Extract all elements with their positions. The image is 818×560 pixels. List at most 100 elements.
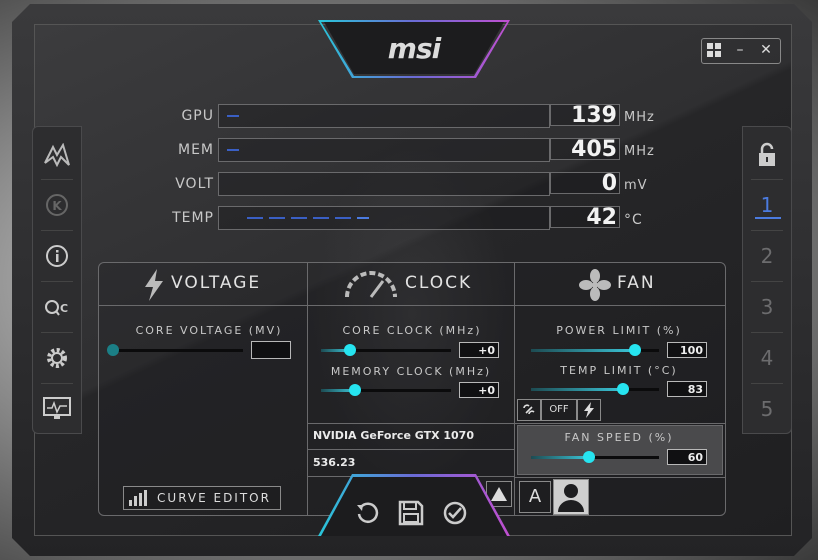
core-clock-label: CORE CLOCK (MHz)	[342, 324, 482, 337]
profile-5-button[interactable]: 5	[747, 385, 787, 433]
meter-dash	[247, 217, 263, 219]
svg-text:K: K	[52, 199, 62, 213]
fan-header: FAN	[617, 273, 656, 293]
curve-editor-button[interactable]: CURVE EDITOR	[123, 486, 281, 510]
windows-icon[interactable]	[702, 39, 726, 61]
meter-value: 0	[550, 172, 620, 195]
right-sidebar: 1 2 3 4 5	[742, 126, 792, 434]
meter-value: 405	[550, 138, 620, 161]
curve-editor-label: CURVE EDITOR	[157, 491, 271, 505]
lock-icon[interactable]	[747, 131, 787, 179]
lightning-icon	[143, 269, 165, 305]
temp-limit-input[interactable]: 83	[667, 381, 707, 397]
temp-limit-label: TEMP LIMIT (°C)	[560, 364, 678, 377]
column-divider	[307, 263, 308, 515]
meter-dash	[335, 217, 351, 219]
save-icon[interactable]	[396, 498, 426, 528]
meter-unit: MHz	[624, 144, 655, 159]
header-divider	[99, 305, 725, 306]
gpu-name: NVIDIA GeForce GTX 1070	[313, 429, 474, 442]
slider-fill	[531, 388, 624, 391]
slider-thumb[interactable]	[628, 344, 641, 356]
profile-4-button[interactable]: 4	[747, 334, 787, 382]
temp-limit-slider[interactable]	[531, 383, 659, 395]
profile-5-label: 5	[760, 397, 774, 421]
power-limit-label: POWER LIMIT (%)	[556, 324, 682, 337]
meter-dash	[269, 217, 285, 219]
fan-speed-label: FAN SPEED (%)	[564, 431, 674, 444]
fan-auto-button[interactable]: A	[519, 481, 551, 513]
slider-thumb[interactable]	[107, 344, 119, 356]
brand-logo: msi	[387, 32, 441, 65]
monitor-icon[interactable]	[37, 385, 77, 433]
bar-chart-icon	[128, 490, 148, 513]
profile-1-button[interactable]: 1	[747, 181, 787, 229]
kombustor-k-icon[interactable]: K	[37, 181, 77, 229]
power-limit-input[interactable]: 100	[667, 342, 707, 358]
priority-lightning-button[interactable]	[577, 399, 601, 421]
oc-scanner-icon[interactable]: C	[37, 283, 77, 331]
svg-text:C: C	[60, 302, 68, 315]
link-toggle-button[interactable]	[517, 399, 541, 421]
meter-dash	[357, 217, 369, 219]
fan-speed-input[interactable]: 60	[667, 449, 707, 465]
meter-dash	[313, 217, 329, 219]
meter-value: 42	[550, 206, 620, 229]
link-off-toggle[interactable]: OFF	[541, 399, 577, 421]
core-clock-input[interactable]: +0	[459, 342, 499, 358]
slider-thumb[interactable]	[348, 384, 361, 396]
core-voltage-input[interactable]	[251, 341, 291, 359]
afterburner-window: msi – ✕ K C 1 2 3 4 5 GPU 139 MHz MEM 40…	[12, 4, 812, 556]
driver-version: 536.23	[313, 456, 356, 469]
slider-fill	[531, 349, 635, 352]
info-icon[interactable]	[37, 232, 77, 280]
voltage-header: VOLTAGE	[171, 273, 262, 293]
meter-label: GPU	[181, 108, 214, 124]
speedometer-icon	[343, 271, 399, 303]
profile-2-button[interactable]: 2	[747, 232, 787, 280]
power-limit-slider[interactable]	[531, 344, 659, 356]
core-voltage-slider[interactable]	[107, 344, 243, 356]
profile-1-label: 1	[760, 193, 774, 217]
settings-gear-icon[interactable]	[37, 334, 77, 382]
meter-dash	[227, 115, 239, 117]
core-clock-slider[interactable]	[321, 344, 451, 356]
lightning-small-icon	[584, 402, 594, 418]
meter-bar	[218, 172, 550, 196]
meter-unit: mV	[624, 178, 648, 193]
triangle-up-icon	[491, 487, 507, 501]
fan-icon	[579, 269, 611, 305]
row-divider	[515, 477, 725, 478]
close-button[interactable]: ✕	[754, 39, 778, 61]
slider-thumb[interactable]	[617, 383, 630, 395]
user-icon	[558, 484, 584, 512]
apply-check-icon[interactable]	[440, 498, 470, 528]
fan-speed-slider[interactable]	[531, 451, 659, 463]
row-divider	[515, 423, 725, 424]
reset-icon[interactable]	[352, 498, 382, 528]
msi-dragon-logo-icon[interactable]	[37, 131, 77, 179]
link-icon	[523, 404, 535, 415]
meter-value: 139	[550, 104, 620, 127]
slider-thumb[interactable]	[343, 344, 356, 356]
minimize-button[interactable]: –	[728, 39, 752, 61]
meter-bar	[218, 138, 550, 162]
user-fan-curve-button[interactable]	[553, 479, 589, 515]
profile-2-label: 2	[760, 244, 774, 268]
meter-dash	[291, 217, 307, 219]
core-voltage-label: CORE VOLTAGE (MV)	[135, 324, 283, 337]
slider-thumb[interactable]	[582, 451, 595, 463]
memory-clock-slider[interactable]	[321, 384, 451, 396]
meter-label: TEMP	[172, 210, 214, 226]
clock-header: CLOCK	[405, 273, 473, 293]
meter-bar	[218, 206, 550, 230]
meter-label: VOLT	[175, 176, 214, 192]
active-profile-indicator	[755, 217, 781, 219]
profile-3-button[interactable]: 3	[747, 283, 787, 331]
meter-unit: °C	[624, 212, 643, 228]
meter-label: MEM	[177, 142, 214, 158]
meter-bar	[218, 104, 550, 128]
meter-unit: MHz	[624, 110, 655, 125]
memory-clock-input[interactable]: +0	[459, 382, 499, 398]
profile-4-label: 4	[760, 346, 774, 370]
